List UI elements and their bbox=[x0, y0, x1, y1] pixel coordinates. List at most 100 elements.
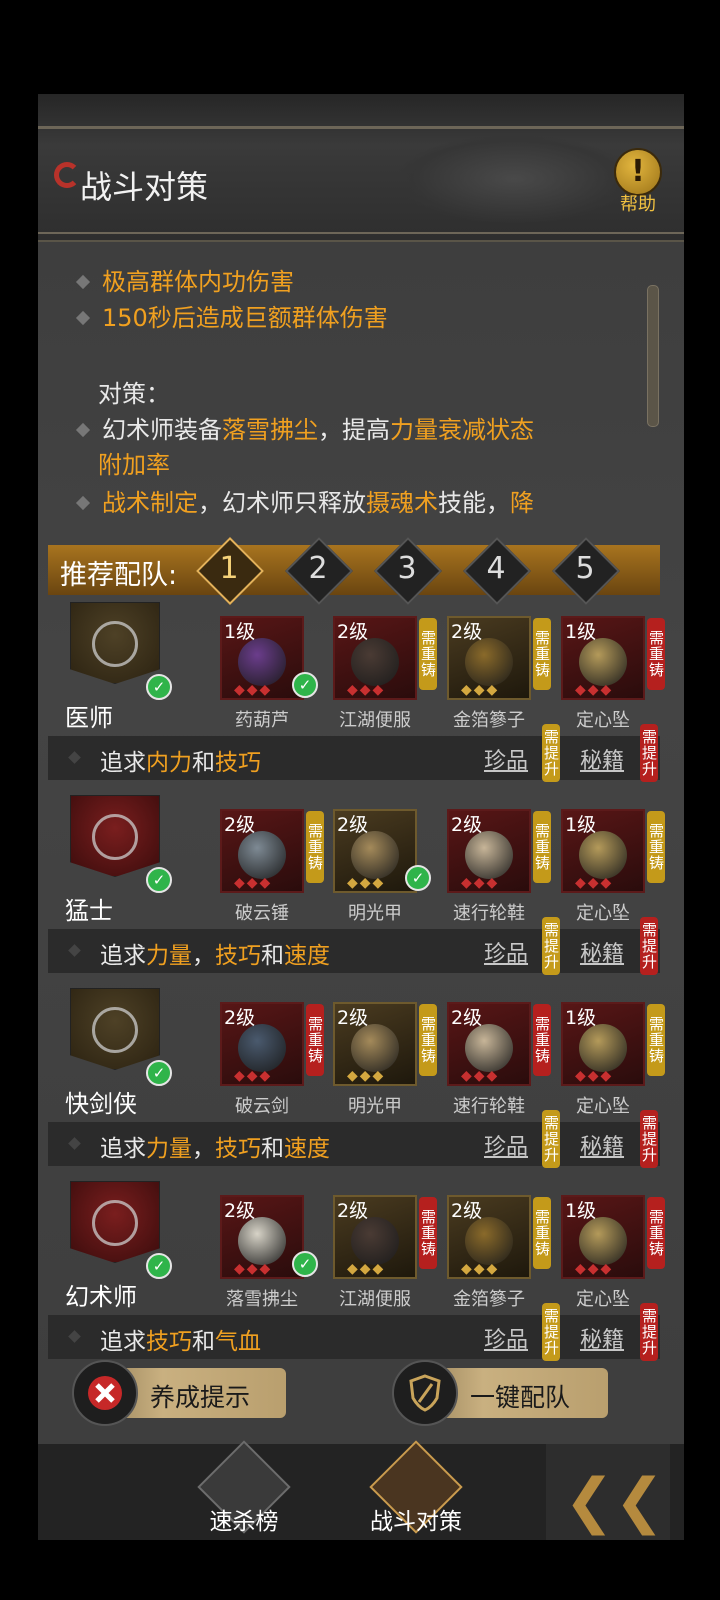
quality-pips-icon: ◆◆◆ bbox=[575, 682, 614, 698]
character-card[interactable]: 幻术师 ✓ bbox=[50, 1181, 172, 1311]
pursuit-fragment: 和 bbox=[261, 1136, 284, 1162]
description-text: 摄魂术 bbox=[366, 489, 438, 515]
treasure-link[interactable]: 珍品 bbox=[484, 1322, 528, 1354]
treasure-link[interactable]: 珍品 bbox=[484, 743, 528, 775]
treasure-link[interactable]: 珍品 bbox=[484, 1129, 528, 1161]
description-text: 技能， bbox=[438, 489, 510, 515]
team-tab-4[interactable]: 4 bbox=[463, 537, 531, 605]
equipment-level: 2级 bbox=[337, 1007, 369, 1029]
pursuit-fragment: 追求 bbox=[100, 943, 146, 969]
tab-battle-strategy[interactable]: 战斗对策 bbox=[366, 1440, 466, 1540]
recast-needed-tag: 需重铸 bbox=[306, 1004, 324, 1076]
bullet-diamond-icon bbox=[68, 751, 81, 764]
bullet-diamond-icon bbox=[68, 944, 81, 957]
pursuit-text: 追求力量，技巧和速度 bbox=[100, 936, 330, 970]
equipment-icon bbox=[579, 1024, 627, 1072]
boss-description[interactable]: 极高群体内功伤害 150秒后造成巨额群体伤害 对策： 幻术师装备落雪拂尘，提高力量衰减… bbox=[72, 240, 642, 515]
team-tab-5[interactable]: 5 bbox=[552, 537, 620, 605]
close-x-icon bbox=[72, 1360, 138, 1426]
pursuit-fragment: ， bbox=[192, 943, 215, 969]
description-text: 极高群体内功伤害 bbox=[102, 268, 294, 296]
pursuit-fragment: 追求 bbox=[100, 1136, 146, 1162]
equipment-slot[interactable]: 1级 ◆◆◆ 定心坠 需重铸 bbox=[561, 809, 665, 924]
tab-number: 2 bbox=[308, 551, 328, 586]
quality-pips-icon: ◆◆◆ bbox=[461, 875, 500, 891]
equipment-slot[interactable]: 2级 ◆◆◆ 破云锤 需重铸 bbox=[220, 809, 324, 924]
treasure-link[interactable]: 珍品 bbox=[484, 936, 528, 968]
equipment-slot[interactable]: 1级 ◆◆◆ 定心坠 需重铸 bbox=[561, 1002, 665, 1117]
emblem-icon bbox=[92, 1007, 138, 1053]
description-line: 150秒后造成巨额群体伤害 bbox=[72, 298, 388, 333]
attribute-pursuit-bar: 追求力量，技巧和速度 珍品 需提升 秘籍 需提升 bbox=[48, 917, 660, 975]
team-tab-2[interactable]: 2 bbox=[285, 537, 353, 605]
equipment-name: 明光甲 bbox=[348, 1096, 402, 1117]
manual-link[interactable]: 秘籍 bbox=[580, 743, 624, 775]
equipment-level: 2级 bbox=[451, 621, 483, 643]
pursuit-fragment: 和 bbox=[192, 750, 215, 776]
character-card[interactable]: 猛士 ✓ bbox=[50, 795, 172, 925]
description-text: 战术制定 bbox=[102, 489, 198, 515]
exclamation-icon: ! bbox=[614, 148, 662, 196]
description-text: 力量衰减状态 bbox=[390, 416, 534, 444]
tab-label: 速杀榜 bbox=[209, 1509, 279, 1535]
description-line: 极高群体内功伤害 bbox=[72, 262, 294, 297]
auto-team-button[interactable]: 一键配队 bbox=[392, 1360, 608, 1426]
pursuit-fragment: 技巧 bbox=[146, 1329, 192, 1355]
quality-pips-icon: ◆◆◆ bbox=[234, 682, 273, 698]
equipment-slot[interactable]: 1级 ◆◆◆ 定心坠 需重铸 bbox=[561, 616, 665, 731]
training-tips-button[interactable]: 养成提示 bbox=[72, 1360, 286, 1426]
quality-pips-icon: ◆◆◆ bbox=[347, 1068, 386, 1084]
team-tab-3[interactable]: 3 bbox=[374, 537, 442, 605]
description-text: ，幻术师只释放 bbox=[198, 489, 366, 515]
help-button[interactable]: ! 帮助 bbox=[609, 148, 667, 218]
description-scrollbar[interactable] bbox=[647, 285, 659, 427]
pursuit-fragment: 内力 bbox=[146, 750, 192, 776]
recast-needed-tag: 需重铸 bbox=[647, 618, 665, 690]
recast-needed-tag: 需重铸 bbox=[419, 618, 437, 690]
character-crest-icon bbox=[70, 1181, 160, 1263]
tab-speed-kill-ranking[interactable]: 速杀榜 bbox=[194, 1440, 294, 1540]
help-label: 帮助 bbox=[620, 194, 656, 215]
back-button[interactable]: ❮❮ bbox=[546, 1444, 670, 1540]
equipment-icon bbox=[351, 638, 399, 686]
upgrade-needed-tag: 需提升 bbox=[542, 917, 560, 975]
equipment-slot[interactable]: 1级 ◆◆◆ 定心坠 需重铸 bbox=[561, 1195, 665, 1310]
equipment-slot[interactable]: 2级 ◆◆◆ 金箔篸子 需重铸 bbox=[447, 1195, 551, 1310]
equipment-slot[interactable]: 2级 ◆◆◆ 江湖便服 需重铸 bbox=[333, 616, 437, 731]
manual-link[interactable]: 秘籍 bbox=[580, 1322, 624, 1354]
equipment-icon bbox=[465, 1217, 513, 1265]
pursuit-fragment: 力量 bbox=[146, 943, 192, 969]
pursuit-text: 追求技巧和气血 bbox=[100, 1322, 261, 1356]
equipment-slot[interactable]: 2级 ◆◆◆ 明光甲 ✓ bbox=[333, 809, 431, 924]
recommended-team-label: 推荐配队: bbox=[60, 560, 178, 591]
upgrade-needed-tag: 需提升 bbox=[640, 724, 658, 782]
equipment-slot[interactable]: 2级 ◆◆◆ 落雪拂尘 ✓ bbox=[220, 1195, 318, 1310]
equipment-level: 2级 bbox=[337, 1200, 369, 1222]
equipment-name: 金箔篸子 bbox=[453, 1289, 525, 1310]
bullet-diamond-icon bbox=[75, 495, 91, 511]
character-card[interactable]: 快剑侠 ✓ bbox=[50, 988, 172, 1118]
equipment-slot[interactable]: 2级 ◆◆◆ 明光甲 需重铸 bbox=[333, 1002, 437, 1117]
equipment-slot[interactable]: 2级 ◆◆◆ 速行轮鞋 需重铸 bbox=[447, 1002, 551, 1117]
tab-label: 战斗对策 bbox=[370, 1509, 462, 1535]
character-card[interactable]: 医师 ✓ bbox=[50, 602, 172, 732]
equipment-slot[interactable]: 2级 ◆◆◆ 江湖便服 需重铸 bbox=[333, 1195, 437, 1310]
equipment-name: 明光甲 bbox=[348, 903, 402, 924]
manual-link[interactable]: 秘籍 bbox=[580, 1129, 624, 1161]
character-name: 快剑侠 bbox=[65, 1090, 137, 1118]
pursuit-fragment: 速度 bbox=[284, 943, 330, 969]
recast-needed-tag: 需重铸 bbox=[533, 618, 551, 690]
character-crest-icon bbox=[70, 602, 160, 684]
check-icon: ✓ bbox=[292, 1251, 318, 1277]
equipment-icon bbox=[238, 1024, 286, 1072]
bullet-diamond-icon bbox=[75, 422, 91, 438]
quality-pips-icon: ◆◆◆ bbox=[347, 682, 386, 698]
equipment-slot[interactable]: 2级 ◆◆◆ 金箔篸子 需重铸 bbox=[447, 616, 551, 731]
team-tab-1[interactable]: 1 bbox=[196, 537, 264, 605]
equipment-slot[interactable]: 2级 ◆◆◆ 破云剑 需重铸 bbox=[220, 1002, 324, 1117]
manual-link[interactable]: 秘籍 bbox=[580, 936, 624, 968]
equipment-icon bbox=[238, 638, 286, 686]
pursuit-text: 追求力量，技巧和速度 bbox=[100, 1129, 330, 1163]
equipment-slot[interactable]: 1级 ◆◆◆ 药葫芦 ✓ bbox=[220, 616, 318, 731]
equipment-slot[interactable]: 2级 ◆◆◆ 速行轮鞋 需重铸 bbox=[447, 809, 551, 924]
